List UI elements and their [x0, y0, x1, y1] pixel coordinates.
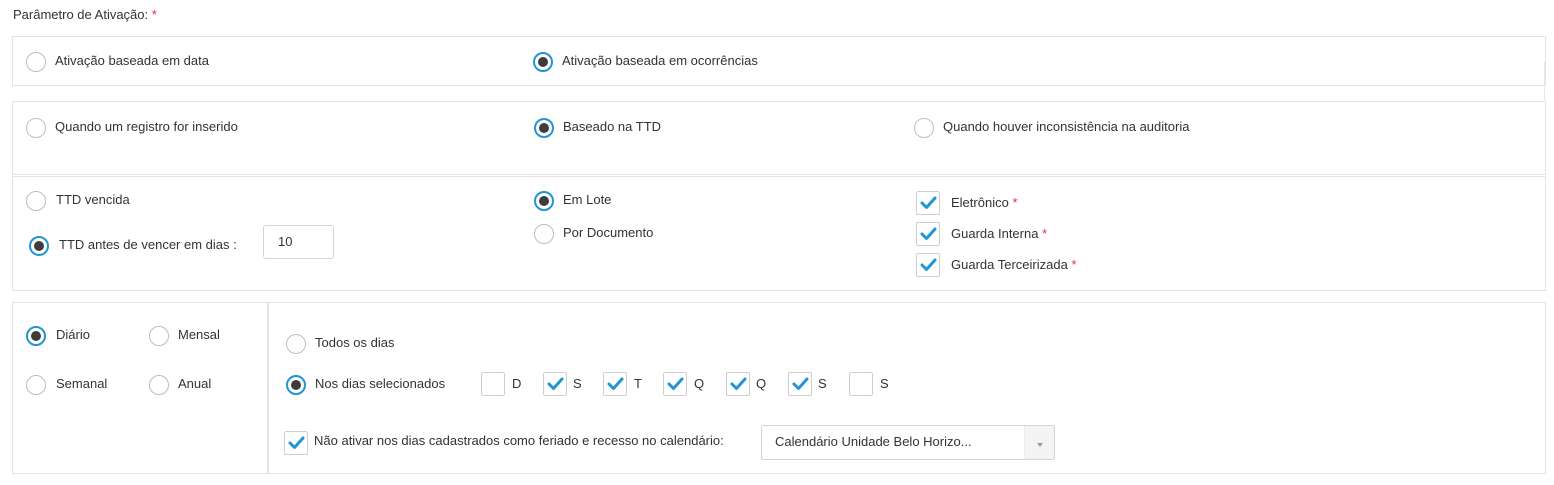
ttd-expired-label: TTD vencida: [56, 192, 130, 207]
calendar-select[interactable]: Calendário Unidade Belo Horizo...: [761, 425, 1055, 460]
checkbox-internal-storage[interactable]: [916, 222, 940, 246]
weekday-wednesday-label: Q: [694, 376, 705, 391]
activation-type-panel: [12, 36, 1546, 86]
required-mark: *: [1071, 257, 1077, 272]
weekday-monday-label: S: [573, 376, 582, 391]
on-insert-label: Quando um registro for inserido: [55, 119, 238, 134]
radio-ttd-based[interactable]: [534, 118, 554, 138]
radio-batch[interactable]: [534, 191, 554, 211]
radio-activation-by-date[interactable]: [26, 52, 46, 72]
weekday-sunday-label: D: [512, 376, 522, 391]
selected-days-label: Nos dias selecionados: [315, 376, 446, 391]
radio-selected-days[interactable]: [286, 375, 306, 395]
radio-per-document[interactable]: [534, 224, 554, 244]
frequency-panel: [12, 302, 268, 474]
yearly-label: Anual: [178, 376, 212, 391]
check-icon: [792, 377, 809, 390]
internal-storage-label: Guarda Interna *: [951, 226, 1047, 242]
per-document-label: Por Documento: [563, 225, 654, 240]
check-icon: [607, 377, 624, 390]
outsourced-storage-text: Guarda Terceirizada: [951, 257, 1068, 272]
internal-storage-text: Guarda Interna: [951, 226, 1039, 241]
radio-on-insert[interactable]: [26, 118, 46, 138]
check-icon: [730, 377, 747, 390]
check-icon: [920, 227, 937, 240]
check-icon: [288, 436, 305, 449]
radio-weekly[interactable]: [26, 375, 46, 395]
weekly-label: Semanal: [56, 376, 108, 391]
batch-label: Em Lote: [563, 192, 612, 207]
radio-audit-inconsistency[interactable]: [914, 118, 934, 138]
radio-monthly[interactable]: [149, 326, 169, 346]
checkbox-weekday-friday[interactable]: [788, 372, 812, 396]
holiday-exclusion-label: Não ativar nos dias cadastrados como fer…: [314, 433, 724, 448]
checkbox-weekday-wednesday[interactable]: [663, 372, 687, 396]
radio-activation-by-occurrences[interactable]: [533, 52, 553, 72]
radio-all-days[interactable]: [286, 334, 306, 354]
radio-ttd-before-expiry[interactable]: [29, 236, 49, 256]
weekday-friday-label: S: [818, 376, 827, 391]
electronic-text: Eletrônico: [951, 195, 1009, 210]
days-before-expiry-input[interactable]: 10: [263, 225, 334, 259]
outsourced-storage-label: Guarda Terceirizada *: [951, 257, 1077, 273]
checkbox-outsourced-storage[interactable]: [916, 253, 940, 277]
radio-ttd-expired[interactable]: [26, 191, 46, 211]
weekday-saturday-label: S: [880, 376, 889, 391]
checkbox-holiday-exclusion[interactable]: [284, 431, 308, 455]
daily-label: Diário: [56, 327, 90, 342]
chevron-down-icon[interactable]: [1024, 426, 1054, 459]
calendar-select-value: Calendário Unidade Belo Horizo...: [775, 434, 972, 449]
ttd-before-expiry-label: TTD antes de vencer em dias :: [59, 237, 237, 252]
ttd-panel: [12, 176, 1546, 291]
checkbox-electronic[interactable]: [916, 191, 940, 215]
checkbox-weekday-thursday[interactable]: [726, 372, 750, 396]
ttd-based-label: Baseado na TTD: [563, 119, 662, 134]
checkbox-weekday-monday[interactable]: [543, 372, 567, 396]
checkbox-weekday-tuesday[interactable]: [603, 372, 627, 396]
radio-yearly[interactable]: [149, 375, 169, 395]
check-icon: [667, 377, 684, 390]
all-days-label: Todos os dias: [315, 335, 395, 350]
section-title: Parâmetro de Ativação: *: [13, 7, 157, 23]
check-icon: [920, 196, 937, 209]
audit-inconsistency-label: Quando houver inconsistência na auditori…: [943, 119, 1190, 134]
weekday-tuesday-label: T: [634, 376, 642, 391]
trigger-panel: [12, 101, 1546, 175]
checkbox-weekday-saturday[interactable]: [849, 372, 873, 396]
required-mark: *: [1012, 195, 1018, 210]
monthly-label: Mensal: [178, 327, 220, 342]
section-title-label: Parâmetro de Ativação:: [13, 7, 149, 22]
days-before-expiry-value: 10: [278, 234, 293, 249]
electronic-label: Eletrônico *: [951, 195, 1018, 211]
activation-by-occurrences-label: Ativação baseada em ocorrências: [562, 53, 758, 68]
required-mark: *: [151, 7, 157, 22]
radio-daily[interactable]: [26, 326, 46, 346]
check-icon: [547, 377, 564, 390]
checkbox-weekday-sunday[interactable]: [481, 372, 505, 396]
required-mark: *: [1042, 226, 1048, 241]
activation-by-date-label: Ativação baseada em data: [55, 53, 209, 68]
weekday-thursday-label: Q: [756, 376, 767, 391]
check-icon: [920, 258, 937, 271]
